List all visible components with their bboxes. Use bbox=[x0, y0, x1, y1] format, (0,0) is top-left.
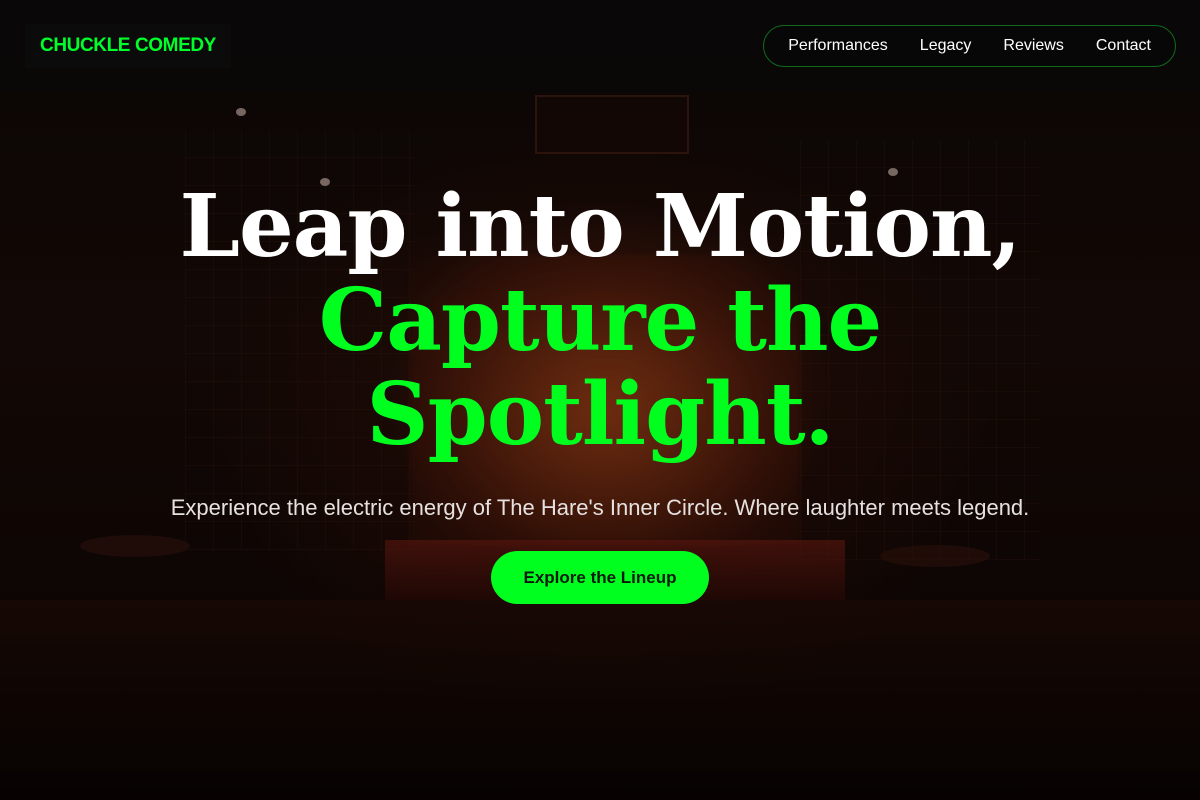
hero-subtitle: Experience the electric energy of The Ha… bbox=[170, 495, 1030, 520]
main-nav: Performances Legacy Reviews Contact bbox=[763, 25, 1176, 67]
nav-item-contact[interactable]: Contact bbox=[1080, 37, 1167, 55]
hero-headline: Leap into Motion, Capture the Spotlight. bbox=[0, 180, 1200, 462]
hero-section: Leap into Motion, Capture the Spotlight.… bbox=[0, 180, 1200, 604]
page: CHUCKLE COMEDY Performances Legacy Revie… bbox=[0, 0, 1200, 800]
headline-line-2: Capture the bbox=[318, 270, 883, 371]
nav-item-reviews[interactable]: Reviews bbox=[987, 37, 1079, 55]
headline-line-1: Leap into Motion, bbox=[179, 176, 1022, 277]
nav-item-performances[interactable]: Performances bbox=[772, 37, 904, 55]
nav-item-legacy[interactable]: Legacy bbox=[904, 37, 988, 55]
brand-logo[interactable]: CHUCKLE COMEDY bbox=[25, 24, 231, 68]
header: CHUCKLE COMEDY Performances Legacy Revie… bbox=[0, 0, 1200, 92]
explore-lineup-button[interactable]: Explore the Lineup bbox=[491, 551, 709, 604]
headline-line-3: Spotlight. bbox=[366, 364, 835, 465]
